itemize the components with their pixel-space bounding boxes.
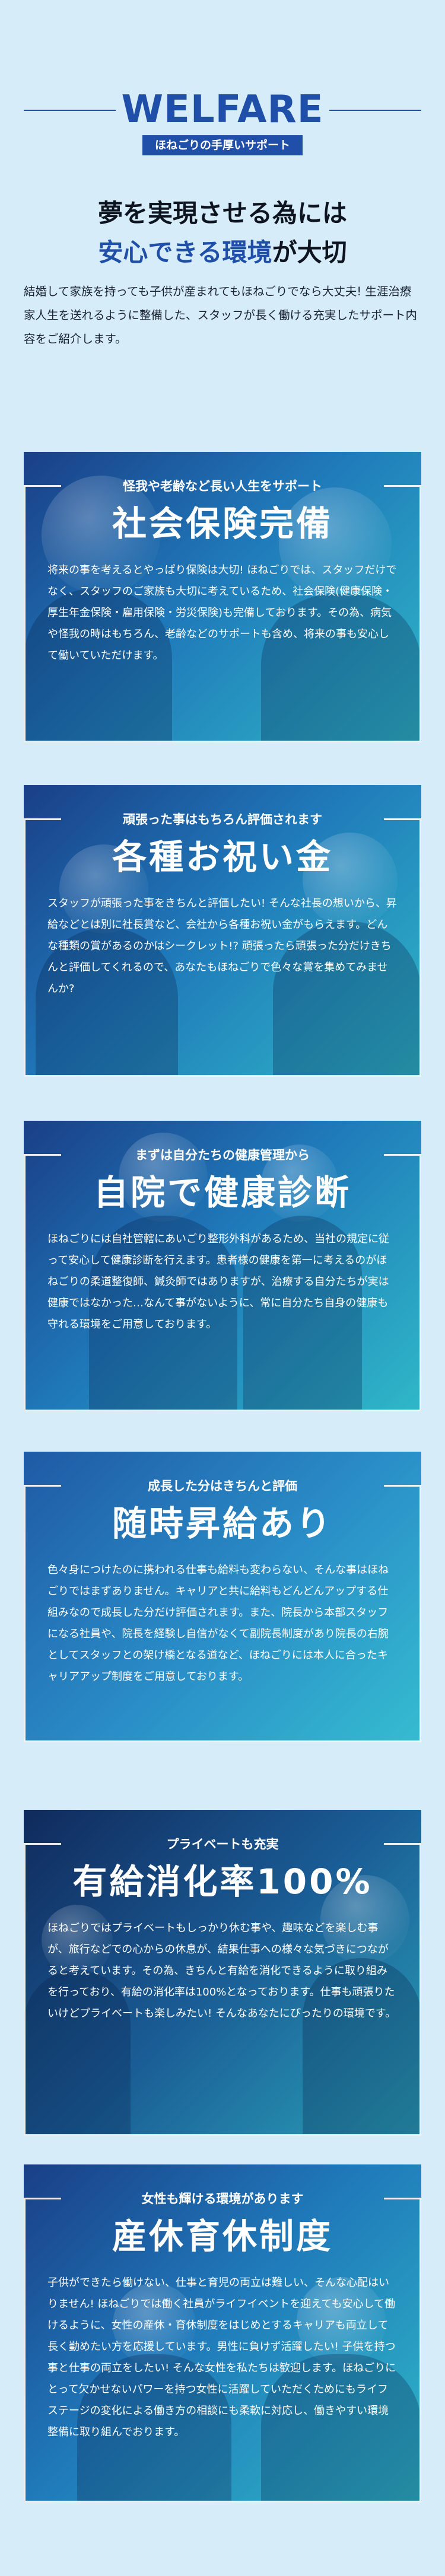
- card-kicker: プライベートも充実: [166, 1837, 279, 1851]
- card-celebration-bonus: 頑張った事はもちろん評価されます 各種お祝い金 スタッフが頑張った事をきちんと評…: [24, 785, 421, 1077]
- card-heading: 産休育休制度: [112, 2216, 333, 2256]
- card-maternity-leave: 女性も輝ける環境があります 産休育休制度 子供ができたら働けない、仕事と育児の両…: [24, 2164, 421, 2502]
- card-pay-raise: 成長した分はきちんと評価 随時昇給あり 色々身につけたのに携われる仕事も給料も変…: [24, 1452, 421, 1742]
- card-body: 将来の事を考えるとやっぱり保険は大切! ほねごりでは、スタッフだけでなく、スタッ…: [47, 564, 397, 662]
- card-body: ほねごりではプライベートもしっかり休む事や、趣味などを楽しむ事が、旅行などでの心…: [47, 1922, 396, 2020]
- card-heading: 随時昇給あり: [112, 1503, 333, 1544]
- section-header: WELFARE ほねごりの手厚いサポート: [0, 83, 445, 160]
- card-body: 子供ができたら働けない、仕事と育児の両立は難しい、そんな心配はいりません! ほね…: [47, 2277, 396, 2438]
- card-kicker: 怪我や老齢など長い人生をサポート: [123, 479, 322, 493]
- headline-line1: 夢を実現させる為には: [97, 199, 347, 228]
- intro-text: 結婚して家族を持っても子供が産まれてもほねごりでなら大丈夫! 生涯治療家人生を送…: [24, 285, 418, 346]
- card-health-checkup: まずは自分たちの健康管理から 自院で健康診断 ほねごりには自社管轄にあいごり整形…: [24, 1121, 421, 1411]
- card-heading: 社会保険完備: [112, 503, 333, 544]
- card-body: 色々身につけたのに携われる仕事も給料も変わらない、そんな事はほねごりではまずあり…: [47, 1564, 389, 1683]
- card-kicker: 成長した分はきちんと評価: [148, 1479, 297, 1493]
- section-title: WELFARE: [121, 88, 324, 132]
- card-kicker: まずは自分たちの健康管理から: [135, 1148, 310, 1162]
- section-subtitle: ほねごりの手厚いサポート: [142, 135, 303, 155]
- card-heading: 各種お祝い金: [112, 837, 333, 877]
- card-body: スタッフが頑張った事をきちんと評価したい! そんな社長の想いから、昇給などとは別…: [47, 897, 397, 995]
- card-body: ほねごりには自社管轄にあいごり整形外科があるため、当社の規定に従って安心して健康…: [47, 1233, 389, 1331]
- headline-rest: が大切: [272, 238, 347, 267]
- headline: 夢を実現させる為には 安心できる環境が大切: [0, 196, 445, 270]
- card-heading: 自院で健康診断: [93, 1172, 351, 1213]
- headline-accent: 安心できる環境: [98, 238, 272, 267]
- card-social-insurance: 怪我や老齢など長い人生をサポート 社会保険完備 将来の事を考えるとやっぱり保険は…: [24, 452, 421, 742]
- card-kicker: 女性も輝ける環境があります: [141, 2192, 304, 2206]
- welfare-page: WELFARE ほねごりの手厚いサポート 夢を実現させる為には 安心できる環境が…: [0, 0, 445, 2576]
- card-kicker: 頑張った事はもちろん評価されます: [123, 812, 322, 827]
- card-heading: 有給消化率100%: [72, 1861, 373, 1902]
- card-paid-leave: プライベートも充実 有給消化率100% ほねごりではプライベートもしっかり休む事…: [24, 1810, 421, 2136]
- headline-line2: 安心できる環境が大切: [0, 235, 445, 270]
